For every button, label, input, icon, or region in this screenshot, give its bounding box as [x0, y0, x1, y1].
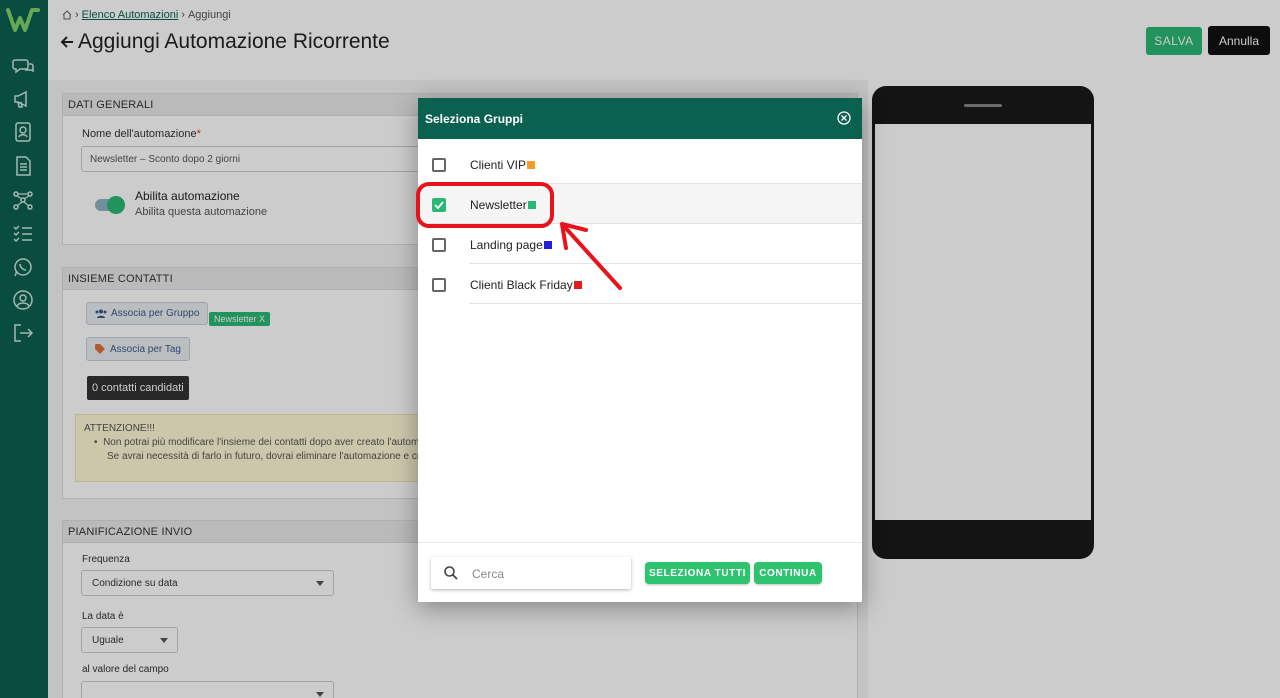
- group-checkbox[interactable]: [432, 158, 446, 172]
- group-label: Clienti VIP: [470, 158, 536, 172]
- select-all-button[interactable]: SELEZIONA TUTTI: [645, 562, 750, 584]
- group-row-clienti-vip[interactable]: Clienti VIP: [418, 144, 862, 184]
- group-checkbox[interactable]: [432, 278, 446, 292]
- close-icon[interactable]: [837, 111, 851, 125]
- group-color-swatch: [573, 281, 582, 289]
- group-checkbox-checked[interactable]: [432, 198, 446, 212]
- group-row-landing-page[interactable]: Landing page: [418, 224, 862, 264]
- select-groups-modal: Seleziona Gruppi Clienti VIP Newsletter …: [418, 98, 862, 602]
- search-placeholder: Cerca: [472, 567, 505, 581]
- group-color-swatch: [527, 161, 536, 169]
- group-label: Newsletter: [470, 198, 536, 212]
- group-color-swatch: [527, 201, 536, 209]
- group-row-newsletter[interactable]: Newsletter: [418, 184, 862, 224]
- search-input[interactable]: Cerca: [431, 557, 631, 589]
- modal-footer: Cerca SELEZIONA TUTTI CONTINUA: [418, 542, 862, 602]
- group-label: Landing page: [470, 238, 552, 252]
- checkmark-icon: [434, 201, 444, 210]
- group-color-swatch: [543, 241, 552, 249]
- group-label: Clienti Black Friday: [470, 278, 582, 292]
- modal-header: Seleziona Gruppi: [418, 98, 862, 139]
- group-checkbox[interactable]: [432, 238, 446, 252]
- continue-button[interactable]: CONTINUA: [754, 562, 822, 584]
- modal-title: Seleziona Gruppi: [425, 112, 524, 126]
- group-row-black-friday[interactable]: Clienti Black Friday: [418, 264, 862, 304]
- search-icon: [444, 566, 458, 580]
